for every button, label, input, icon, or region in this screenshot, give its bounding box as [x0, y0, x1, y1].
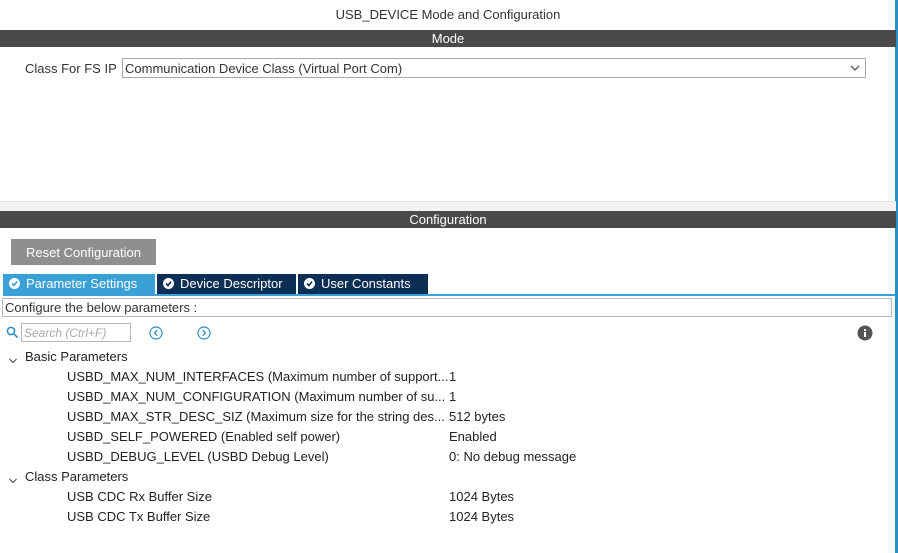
tab-parameter-settings[interactable]: Parameter Settings	[3, 274, 155, 294]
group-label: Class Parameters	[25, 469, 129, 484]
search-icon	[6, 326, 19, 342]
param-name: USBD_SELF_POWERED (Enabled self power)	[67, 429, 341, 444]
table-row[interactable]: USB CDC Tx Buffer Size 1024 Bytes	[0, 507, 890, 527]
tab-user-constants[interactable]: User Constants	[298, 274, 428, 294]
class-for-fs-ip-label: Class For FS IP	[25, 61, 117, 76]
param-name: USB CDC Tx Buffer Size	[67, 509, 211, 524]
table-row[interactable]: USBD_MAX_NUM_INTERFACES (Maximum number …	[0, 367, 890, 387]
chevron-down-icon	[849, 62, 861, 74]
reset-configuration-button[interactable]: Reset Configuration	[11, 239, 156, 265]
table-row[interactable]: USBD_MAX_STR_DESC_SIZ (Maximum size for …	[0, 407, 890, 427]
param-name: USBD_MAX_STR_DESC_SIZ (Maximum size for …	[67, 409, 445, 424]
search-input[interactable]	[21, 323, 131, 342]
tab-device-descriptor[interactable]: Device Descriptor	[157, 274, 296, 294]
check-circle-icon	[9, 278, 20, 289]
table-row[interactable]: USBD_DEBUG_LEVEL (USBD Debug Level) 0: N…	[0, 447, 890, 467]
param-name: USBD_MAX_NUM_CONFIGURATION (Maximum numb…	[67, 389, 446, 404]
param-value[interactable]: 0: No debug message	[449, 447, 576, 467]
next-result-button[interactable]	[197, 326, 211, 340]
tab-label: Device Descriptor	[180, 276, 283, 291]
check-circle-icon	[304, 278, 315, 289]
param-value[interactable]: 512 bytes	[449, 407, 505, 427]
configuration-header: Configuration	[0, 211, 896, 228]
check-circle-icon	[163, 278, 174, 289]
table-row[interactable]: USB CDC Rx Buffer Size 1024 Bytes	[0, 487, 890, 507]
section-divider	[0, 201, 896, 211]
table-row[interactable]: USBD_SELF_POWERED (Enabled self power) E…	[0, 427, 890, 447]
param-value[interactable]: Enabled	[449, 427, 497, 447]
tab-label: Parameter Settings	[26, 276, 138, 291]
group-class-parameters[interactable]: Class Parameters	[0, 467, 890, 487]
group-basic-parameters[interactable]: Basic Parameters	[0, 347, 890, 367]
class-select-value: Communication Device Class (Virtual Port…	[125, 61, 403, 76]
info-icon[interactable]	[857, 325, 873, 341]
param-value[interactable]: 1	[449, 367, 456, 387]
param-name: USB CDC Rx Buffer Size	[67, 489, 212, 504]
tab-label: User Constants	[321, 276, 411, 291]
param-value[interactable]: 1024 Bytes	[449, 487, 514, 507]
previous-result-button[interactable]	[149, 326, 163, 340]
param-value[interactable]: 1024 Bytes	[449, 507, 514, 527]
param-value[interactable]: 1	[449, 387, 456, 407]
table-row[interactable]: USBD_MAX_NUM_CONFIGURATION (Maximum numb…	[0, 387, 890, 407]
mode-header: Mode	[0, 30, 896, 47]
tab-underline	[3, 294, 895, 296]
group-label: Basic Parameters	[25, 349, 128, 364]
class-select[interactable]: Communication Device Class (Virtual Port…	[122, 58, 866, 78]
description-box: Configure the below parameters :	[2, 298, 892, 317]
param-name: USBD_DEBUG_LEVEL (USBD Debug Level)	[67, 449, 329, 464]
param-name: USBD_MAX_NUM_INTERFACES (Maximum number …	[67, 369, 449, 384]
window-title: USB_DEVICE Mode and Configuration	[0, 0, 896, 30]
